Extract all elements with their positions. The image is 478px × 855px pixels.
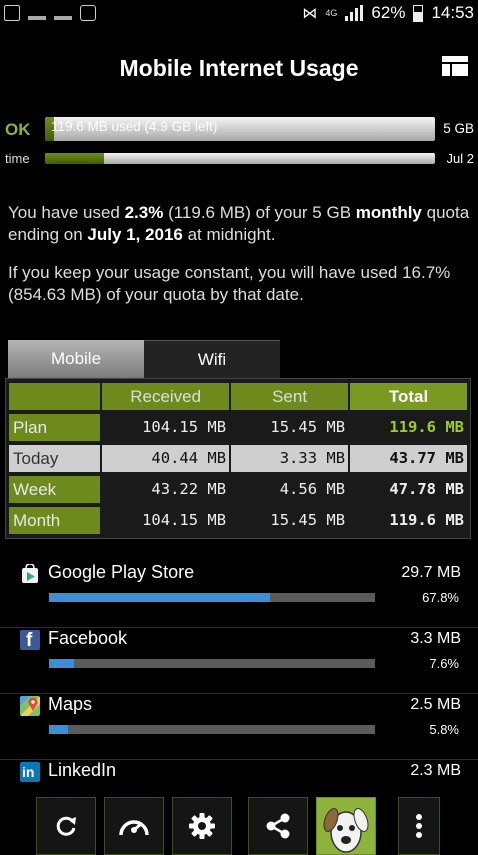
linkedin-icon: in: [20, 762, 40, 782]
quota-bar: 119.6 MB used (4.9 GB left): [45, 117, 435, 141]
summary-text: at midnight.: [182, 225, 276, 244]
table-row-month[interactable]: Month 104.15 MB 15.45 MB 119.6 MB: [8, 505, 468, 536]
share-button[interactable]: [248, 797, 308, 855]
sent-value: 3.33 MB: [231, 445, 349, 472]
table-header-blank: [9, 383, 101, 410]
table-row-today[interactable]: Today 40.44 MB 3.33 MB 43.77 MB: [8, 443, 468, 474]
quota-usage-row: OK 119.6 MB used (4.9 GB left) 5 GB: [0, 115, 478, 143]
sent-value: 15.45 MB: [270, 418, 346, 436]
usage-summary: You have used 2.3% (119.6 MB) of your 5 …: [8, 202, 470, 246]
layout-grid-icon[interactable]: [442, 56, 468, 76]
data-notification-icon: [28, 6, 46, 20]
app-logo-button[interactable]: [316, 797, 376, 855]
table-header-row: Received Sent Total: [8, 381, 468, 412]
app-usage-bar: [49, 593, 375, 602]
app-name: Google Play Store: [48, 562, 195, 582]
quota-total: 5 GB: [443, 121, 474, 136]
sent-value: 4.56 MB: [279, 480, 346, 498]
speed-test-button[interactable]: [104, 797, 164, 855]
more-options-button[interactable]: [398, 797, 440, 855]
signal-icon: [345, 5, 364, 21]
dog-logo-icon: [323, 808, 369, 853]
received-value: 104.15 MB: [142, 418, 227, 436]
summary-period: monthly: [355, 203, 422, 222]
status-bar: ⋈ 4G 62% 14:53: [0, 0, 478, 28]
total-value: 47.78 MB: [389, 480, 465, 498]
app-usage-bar-fill: [49, 725, 68, 734]
app-header: Mobile Internet Usage: [0, 48, 478, 88]
summary-text: You have used: [8, 203, 125, 222]
more-vert-icon: [416, 814, 422, 838]
table-row-plan[interactable]: Plan 104.15 MB 15.45 MB 119.6 MB: [8, 412, 468, 443]
battery-icon: [413, 4, 424, 22]
app-usage-bar: [49, 725, 375, 734]
table-row-week[interactable]: Week 43.22 MB 4.56 MB 47.78 MB: [8, 474, 468, 505]
table-header-sent: Sent: [231, 383, 349, 410]
summary-percent: 2.3%: [124, 203, 164, 222]
time-usage-row: time Jul 2: [0, 150, 478, 168]
received-value: 40.44 MB: [102, 445, 230, 472]
quota-used-text: 119.6 MB used (4.9 GB left): [51, 119, 218, 134]
total-value: 119.6 MB: [389, 511, 465, 529]
total-value: 119.6 MB: [389, 418, 465, 436]
row-label: Week: [9, 476, 101, 503]
data-notification-icon-2: [54, 6, 72, 20]
received-value: 104.15 MB: [142, 511, 227, 529]
nfc-mute-icon: ⋈: [302, 5, 318, 22]
settings-icon: [189, 813, 215, 839]
app-name: Facebook: [48, 628, 128, 648]
app-percent: 7.6%: [429, 656, 459, 671]
settings-button[interactable]: [172, 797, 232, 855]
usage-projection: If you keep your usage constant, you wil…: [8, 263, 451, 304]
app-name: Maps: [48, 694, 93, 714]
app-row-google-play-store[interactable]: Google Play Store 29.7 MB 67.8%: [0, 562, 478, 628]
app-row-facebook[interactable]: f Facebook 3.3 MB 7.6%: [0, 628, 478, 694]
usage-table: Received Sent Total Plan 104.15 MB 15.45…: [5, 378, 471, 539]
received-value: 43.22 MB: [151, 480, 227, 498]
network-tabs: Mobile Wifi: [8, 340, 280, 378]
notification-app-icon: [4, 5, 20, 21]
battery-percent: 62%: [371, 3, 406, 22]
app-size: 2.5 MB: [410, 696, 461, 713]
app-size: 3.3 MB: [410, 630, 461, 647]
maps-icon: [20, 696, 40, 716]
period-end-label: Jul 2: [446, 151, 474, 166]
app-size: 2.3 MB: [410, 762, 461, 779]
clock: 14:53: [431, 3, 474, 22]
tab-mobile[interactable]: Mobile: [8, 340, 144, 378]
app-percent: 5.8%: [429, 722, 459, 737]
app-usage-bar: [49, 659, 375, 668]
share-icon: [266, 813, 290, 839]
app-size: 29.7 MB: [401, 564, 461, 581]
row-label: Today: [9, 445, 101, 472]
row-label: Month: [9, 507, 101, 534]
speedometer-icon: [119, 820, 149, 836]
time-bar-fill: [45, 153, 104, 164]
network-type: 4G: [325, 8, 338, 18]
facebook-icon: f: [20, 630, 40, 651]
time-bar: [45, 153, 435, 164]
page-title: Mobile Internet Usage: [119, 55, 359, 81]
table-header-received: Received: [102, 383, 230, 410]
table-header-total: Total: [350, 383, 467, 410]
summary-text: (119.6 MB) of your 5 GB: [163, 203, 356, 222]
app-percent: 67.8%: [422, 590, 459, 605]
refresh-icon: [56, 816, 76, 836]
app-row-maps[interactable]: Maps 2.5 MB 5.8%: [0, 694, 478, 760]
summary-date: July 1, 2016: [87, 225, 183, 244]
bag-notification-icon: [80, 5, 96, 21]
play-store-icon: [22, 564, 38, 583]
row-label: Plan: [9, 414, 101, 441]
bottom-toolbar: [0, 797, 478, 855]
tab-wifi[interactable]: Wifi: [144, 340, 280, 378]
time-label: time: [5, 151, 30, 166]
sent-value: 15.45 MB: [270, 511, 346, 529]
refresh-button[interactable]: [36, 797, 96, 855]
app-usage-bar-fill: [49, 659, 74, 668]
app-usage-bar-fill: [49, 593, 271, 602]
app-name: LinkedIn: [48, 760, 117, 780]
status-ok-label: OK: [5, 120, 31, 139]
total-value: 43.77 MB: [350, 445, 468, 472]
